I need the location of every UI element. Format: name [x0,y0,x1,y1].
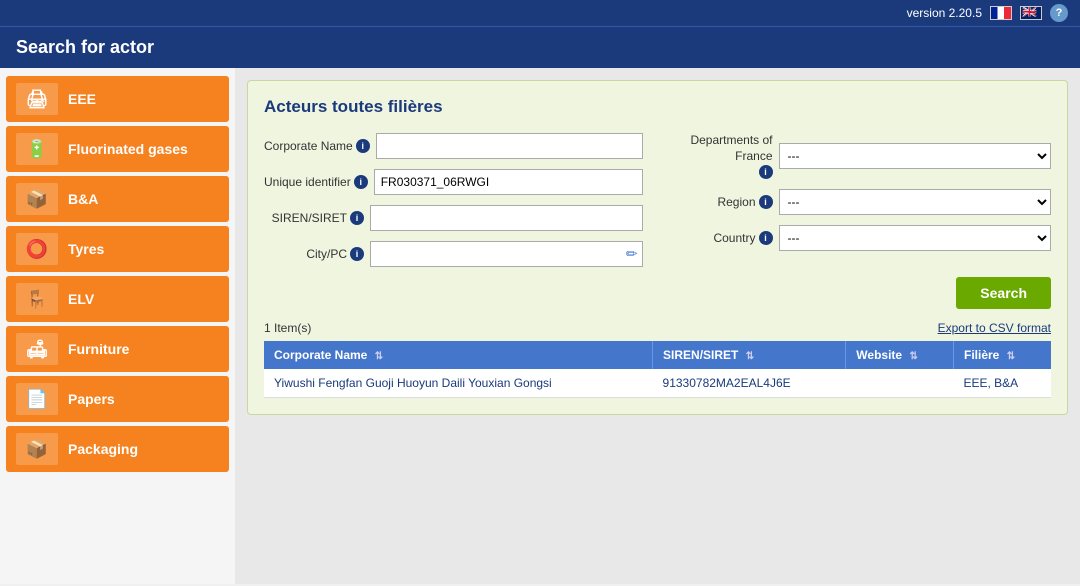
sidebar-item-packaging[interactable]: 📦 Packaging [6,426,229,472]
results-table: Corporate Name ⇅ SIREN/SIRET ⇅ Website ⇅ [264,341,1051,398]
city-input-wrap: ✏ [370,241,643,267]
corporate-name-input[interactable] [376,133,643,159]
sort-filiere-icon: ⇅ [1007,351,1015,362]
table-row[interactable]: Yiwushi Fengfan Guoji Huoyun Daili Youxi… [264,369,1051,398]
sidebar-item-eee[interactable]: 🖨 EEE [6,76,229,122]
top-bar: version 2.20.5 ? [0,0,1080,26]
main-layout: 🖨 EEE 🔋 Fluorinated gases 📦 B&A ⭕ Tyres … [0,68,1080,584]
region-row: Region i --- [673,189,1052,215]
sidebar-item-label-papers: Papers [68,391,115,407]
country-info-icon[interactable]: i [759,231,773,245]
country-label: Country i [673,231,773,245]
corporate-name-info-icon[interactable]: i [356,139,370,153]
papers-icon: 📄 [16,383,58,415]
table-header: Corporate Name ⇅ SIREN/SIRET ⇅ Website ⇅ [264,341,1051,369]
sidebar-item-label-elv: ELV [68,291,94,307]
unique-id-row: Unique identifier i [264,169,643,195]
tyres-icon: ⭕ [16,233,58,265]
siren-label: SIREN/SIRET i [264,211,364,225]
sort-siren-icon: ⇅ [746,351,754,362]
region-label: Region i [673,195,773,209]
sidebar-item-label-furniture: Furniture [68,341,129,357]
cell-filiere: EEE, B&A [953,369,1051,398]
sidebar-item-papers[interactable]: 📄 Papers [6,376,229,422]
city-label: City/PC i [264,247,364,261]
city-row: City/PC i ✏ [264,241,643,267]
table-body: Yiwushi Fengfan Guoji Huoyun Daili Youxi… [264,369,1051,398]
flag-english-icon[interactable] [1020,6,1042,20]
sidebar-item-furniture[interactable]: 🛋 Furniture [6,326,229,372]
results-section: 1 Item(s) Export to CSV format Corporate… [264,321,1051,398]
results-header: 1 Item(s) Export to CSV format [264,321,1051,335]
th-siren[interactable]: SIREN/SIRET ⇅ [653,341,846,369]
sidebar-item-label-tyres: Tyres [68,241,104,257]
sort-website-icon: ⇅ [909,351,917,362]
th-filiere[interactable]: Filière ⇅ [953,341,1051,369]
results-count: 1 Item(s) [264,321,311,335]
bna-icon: 📦 [16,183,58,215]
siren-row: SIREN/SIRET i [264,205,643,231]
departments-select[interactable]: --- [779,143,1052,169]
siren-input[interactable] [370,205,643,231]
corporate-name-label: Corporate Name i [264,139,370,153]
sidebar-item-tyres[interactable]: ⭕ Tyres [6,226,229,272]
export-csv-link[interactable]: Export to CSV format [938,321,1051,335]
elv-icon: 🪑 [16,283,58,315]
panel-title: Acteurs toutes filières [264,97,1051,117]
city-edit-icon[interactable]: ✏ [626,246,638,263]
sort-corporate-icon: ⇅ [375,351,383,362]
cell-website [846,369,954,398]
sidebar-item-label-packaging: Packaging [68,441,138,457]
unique-id-info-icon[interactable]: i [354,175,368,189]
search-btn-row: Search [264,277,1051,309]
form-left-col: Corporate Name i Unique identifier i [264,133,643,267]
eee-icon: 🖨 [16,83,58,115]
unique-id-label: Unique identifier i [264,175,368,189]
sidebar-item-bna[interactable]: 📦 B&A [6,176,229,222]
sidebar-item-label-bna: B&A [68,191,98,207]
th-website[interactable]: Website ⇅ [846,341,954,369]
country-row: Country i --- [673,225,1052,251]
content-area: Acteurs toutes filières Corporate Name i [235,68,1080,584]
sidebar-item-label-eee: EEE [68,91,96,107]
cell-corporate-name: Yiwushi Fengfan Guoji Huoyun Daili Youxi… [264,369,653,398]
departments-row: Departments of France i --- [673,133,1052,179]
sidebar-item-label-fluorinated: Fluorinated gases [68,141,188,157]
flag-french-icon[interactable] [990,6,1012,20]
sidebar: 🖨 EEE 🔋 Fluorinated gases 📦 B&A ⭕ Tyres … [0,68,235,584]
unique-id-input[interactable] [374,169,643,195]
fluorinated-icon: 🔋 [16,133,58,165]
search-form: Corporate Name i Unique identifier i [264,133,1051,267]
sidebar-item-fluorinated-gases[interactable]: 🔋 Fluorinated gases [6,126,229,172]
corporate-name-row: Corporate Name i [264,133,643,159]
furniture-icon: 🛋 [16,333,58,365]
region-info-icon[interactable]: i [759,195,773,209]
search-panel: Acteurs toutes filières Corporate Name i [247,80,1068,415]
form-right-col: Departments of France i --- Region i [673,133,1052,267]
cell-siren: 91330782MA2EAL4J6E [653,369,846,398]
packaging-icon: 📦 [16,433,58,465]
version-label: version 2.20.5 [907,6,982,20]
city-input[interactable] [370,241,643,267]
region-select[interactable]: --- [779,189,1052,215]
search-button[interactable]: Search [956,277,1051,309]
page-header: Search for actor [0,26,1080,68]
departments-info-icon[interactable]: i [759,165,773,179]
city-info-icon[interactable]: i [350,247,364,261]
help-icon[interactable]: ? [1050,4,1068,22]
page-title: Search for actor [16,37,154,57]
siren-info-icon[interactable]: i [350,211,364,225]
departments-label: Departments of France i [673,133,773,179]
th-corporate-name[interactable]: Corporate Name ⇅ [264,341,653,369]
sidebar-item-elv[interactable]: 🪑 ELV [6,276,229,322]
country-select[interactable]: --- [779,225,1052,251]
